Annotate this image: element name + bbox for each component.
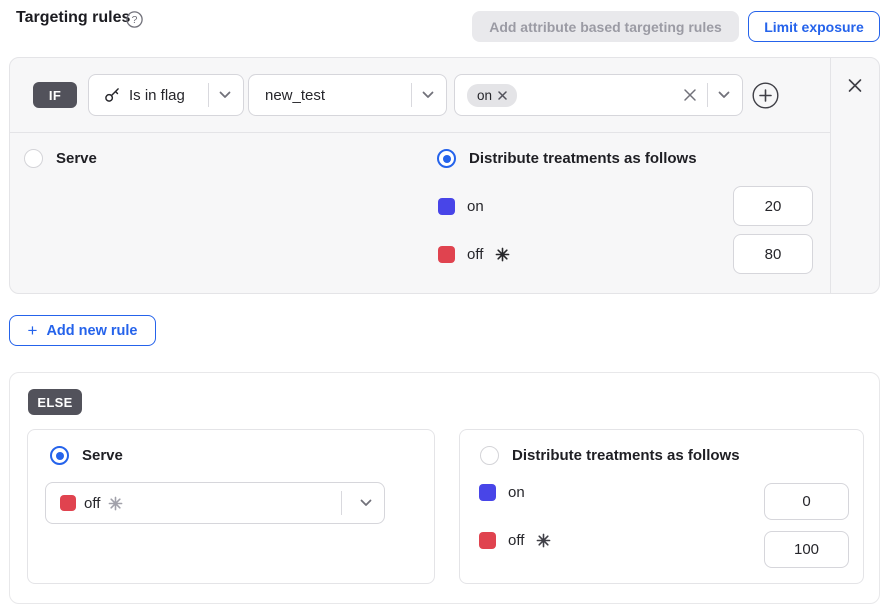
default-treatment-icon	[108, 496, 123, 511]
divider	[411, 83, 412, 107]
else-treatment-row-on: on	[479, 472, 525, 512]
else-distribute-radio[interactable]	[480, 446, 499, 465]
distribute-option-row: Distribute treatments as follows	[437, 149, 697, 168]
chevron-down-icon	[360, 499, 372, 507]
limit-exposure-button[interactable]: Limit exposure	[748, 11, 880, 42]
rule-condition-row: IF Is in flag new_test	[10, 58, 830, 133]
else-rule-card: ELSE Serve off Distr	[9, 372, 880, 604]
else-distribute-label: Distribute treatments as follows	[512, 447, 740, 464]
treatment-name: on	[467, 198, 484, 215]
remove-tag-icon[interactable]	[498, 91, 507, 100]
treatment-row-off: off	[438, 234, 510, 274]
else-serve-treatment-select[interactable]: off	[45, 482, 385, 524]
matcher-select[interactable]: Is in flag	[88, 74, 244, 116]
treatment-row-on: on	[438, 186, 484, 226]
flag-select[interactable]: new_test	[248, 74, 447, 116]
else-distribute-card: Distribute treatments as follows on off	[459, 429, 864, 584]
divider	[707, 83, 708, 107]
plus-icon: +	[28, 322, 38, 339]
serve-label: Serve	[56, 150, 97, 167]
else-distribute-option-row: Distribute treatments as follows	[480, 446, 740, 465]
default-treatment-icon	[495, 247, 510, 262]
treatment-on-swatch	[438, 198, 455, 215]
remove-rule-icon[interactable]	[848, 78, 863, 93]
add-condition-icon[interactable]	[752, 82, 779, 109]
rule-close-column	[830, 58, 879, 293]
add-attribute-rules-button[interactable]: Add attribute based targeting rules	[472, 11, 739, 42]
else-badge: ELSE	[28, 389, 82, 415]
divider	[341, 491, 342, 515]
chevron-down-icon	[219, 91, 231, 99]
treatment-on-swatch	[479, 484, 496, 501]
add-new-rule-button[interactable]: + Add new rule	[9, 315, 156, 346]
distribute-label: Distribute treatments as follows	[469, 150, 697, 167]
clear-selection-icon[interactable]	[683, 88, 697, 102]
divider	[208, 83, 209, 107]
selected-treatment-tag: on	[467, 84, 517, 107]
flag-key-icon	[103, 86, 121, 104]
default-treatment-icon	[536, 533, 551, 548]
chevron-down-icon	[422, 91, 434, 99]
rule-card: IF Is in flag new_test	[9, 57, 880, 294]
tag-label: on	[477, 88, 492, 103]
treatment-name: on	[508, 484, 525, 501]
else-serve-card: Serve off	[27, 429, 435, 584]
flag-select-value: new_test	[265, 87, 325, 104]
else-serve-label: Serve	[82, 447, 123, 464]
page-title: Targeting rules	[16, 9, 130, 27]
treatment-on-percent-input[interactable]	[733, 186, 813, 226]
chevron-down-icon	[718, 91, 730, 99]
served-treatment-value: off	[84, 495, 100, 512]
else-treatment-row-off: off	[479, 520, 551, 560]
treatment-name: off	[508, 532, 524, 549]
else-treatment-off-percent-input[interactable]	[764, 531, 849, 568]
treatment-off-percent-input[interactable]	[733, 234, 813, 274]
else-serve-radio[interactable]	[50, 446, 69, 465]
serve-option-row: Serve	[24, 149, 97, 168]
serve-radio[interactable]	[24, 149, 43, 168]
matcher-select-value: Is in flag	[129, 87, 185, 104]
treatment-name: off	[467, 246, 483, 263]
svg-text:?: ?	[132, 14, 138, 26]
help-icon[interactable]: ?	[126, 11, 143, 28]
targeting-rules-page: Targeting rules ? Add attribute based ta…	[0, 0, 893, 615]
else-serve-option-row: Serve	[50, 446, 123, 465]
distribute-radio[interactable]	[437, 149, 456, 168]
treatment-off-swatch	[60, 495, 76, 511]
else-treatment-on-percent-input[interactable]	[764, 483, 849, 520]
treatment-off-swatch	[479, 532, 496, 549]
if-badge: IF	[33, 82, 77, 108]
treatment-off-swatch	[438, 246, 455, 263]
add-new-rule-label: Add new rule	[46, 323, 137, 339]
treatment-multiselect[interactable]: on	[454, 74, 743, 116]
